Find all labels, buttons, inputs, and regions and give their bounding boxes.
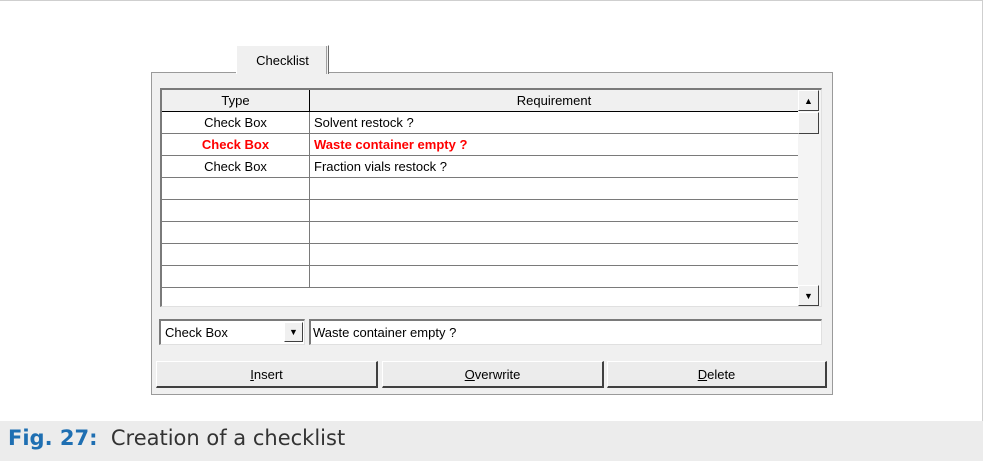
editor-row: Check Box ▼ Waste container empty ? [159,319,822,345]
vertical-scrollbar[interactable]: ▲ ▼ [798,90,821,306]
scroll-up-arrow-icon[interactable]: ▲ [798,90,819,111]
cell-type[interactable]: Check Box [162,112,310,133]
cell-type[interactable] [162,200,310,221]
scroll-thumb[interactable] [798,112,819,134]
table-row[interactable] [162,222,799,244]
column-header-requirement[interactable]: Requirement [310,90,799,111]
checklist-grid[interactable]: Type Requirement Check Box Solvent resto… [160,88,822,307]
insert-button[interactable]: Insert [156,361,378,388]
cell-requirement[interactable] [310,178,799,199]
tab-checklist-label: Checklist [256,52,309,68]
cell-requirement[interactable]: Waste container empty ? [310,134,799,155]
scroll-down-arrow-icon[interactable]: ▼ [798,285,819,306]
table-row[interactable] [162,244,799,266]
cell-type[interactable] [162,178,310,199]
insert-button-label: Insert [250,366,283,382]
cell-requirement[interactable] [310,222,799,243]
delete-button[interactable]: Delete [607,361,827,388]
cell-type[interactable]: Check Box [162,134,310,155]
grid-rows: Check Box Solvent restock ? Check Box Wa… [162,112,799,288]
figure-caption: Fig. 27: Creation of a checklist [8,426,345,450]
figure-number: Fig. 27: [8,426,98,450]
cell-type[interactable] [162,222,310,243]
column-header-type[interactable]: Type [162,90,310,111]
requirement-input[interactable]: Waste container empty ? [309,319,822,345]
cell-requirement[interactable] [310,266,799,287]
table-row[interactable]: Check Box Fraction vials restock ? [162,156,799,178]
cell-requirement[interactable] [310,244,799,265]
tab-checklist[interactable]: Checklist [236,45,329,74]
cell-requirement[interactable]: Fraction vials restock ? [310,156,799,177]
grid-header: Type Requirement [162,90,799,112]
overwrite-button[interactable]: Overwrite [382,361,604,388]
cell-type[interactable]: Check Box [162,156,310,177]
figure-caption-text: Creation of a checklist [110,426,346,450]
table-row-selected[interactable]: Check Box Waste container empty ? [162,134,799,156]
overwrite-button-label: Overwrite [464,366,521,382]
table-row[interactable] [162,178,799,200]
type-dropdown[interactable]: Check Box ▼ [159,319,305,345]
table-row[interactable] [162,266,799,288]
chevron-down-icon[interactable]: ▼ [284,322,303,342]
table-row[interactable] [162,200,799,222]
type-dropdown-value: Check Box [165,325,228,340]
table-row[interactable]: Check Box Solvent restock ? [162,112,799,134]
cell-type[interactable] [162,244,310,265]
cell-requirement[interactable] [310,200,799,221]
cell-requirement[interactable]: Solvent restock ? [310,112,799,133]
delete-button-label: Delete [697,366,736,382]
cell-type[interactable] [162,266,310,287]
